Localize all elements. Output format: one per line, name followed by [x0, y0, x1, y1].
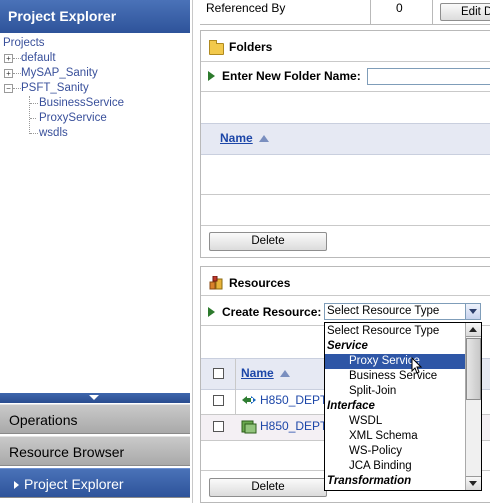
chevron-down-icon[interactable] — [465, 304, 480, 319]
tree-item-label[interactable]: PSFT_Sanity — [21, 81, 89, 96]
resources-name-column[interactable]: Name — [241, 366, 274, 380]
tree-item-mysap[interactable]: + MySAP_Sanity — [3, 66, 190, 81]
tree-child-label[interactable]: wsdls — [39, 126, 68, 141]
dropdown-option-selected[interactable]: Proxy Service — [325, 354, 481, 369]
resources-icon — [209, 275, 223, 290]
mouse-pointer-icon — [411, 357, 423, 374]
resources-title: Resources — [229, 276, 291, 290]
business-service-icon — [241, 420, 257, 434]
collapse-minus-icon[interactable]: − — [4, 84, 13, 93]
folders-title: Folders — [229, 40, 273, 54]
project-explorer-header: Project Explorer — [0, 0, 190, 33]
tree-item-psft[interactable]: − PSFT_Sanity — [3, 81, 190, 96]
tree-child-wsdls[interactable]: wsdls — [3, 126, 190, 141]
dropdown-option[interactable]: XML Schema — [325, 429, 481, 444]
resource-name-link[interactable]: H850_DEPT — [260, 419, 327, 433]
expand-triangle-icon — [208, 307, 215, 317]
caret-right-icon — [14, 481, 19, 490]
dropdown-option[interactable]: Business Service — [325, 369, 481, 384]
resource-type-select[interactable]: Select Resource Type — [324, 303, 481, 320]
scroll-down-icon[interactable] — [466, 476, 481, 490]
project-tree: Projects + default + MySAP_Sanity − PSFT… — [3, 36, 190, 141]
dropdown-option[interactable]: Split-Join — [325, 384, 481, 399]
dropdown-group-label: Interface — [327, 400, 375, 412]
collapse-arrow-icon[interactable] — [89, 395, 99, 400]
folder-icon — [209, 40, 224, 55]
referenced-by-count: 0 — [396, 1, 403, 15]
sort-ascending-icon[interactable] — [279, 370, 290, 378]
dropdown-option[interactable]: WSDL — [325, 414, 481, 429]
folders-name-column[interactable]: Name — [220, 131, 253, 145]
dropdown-option[interactable]: Select Resource Type — [325, 324, 468, 339]
folders-delete-button[interactable]: Delete — [209, 232, 327, 251]
left-navigation-pane: Project Explorer Projects + default + My… — [0, 0, 193, 503]
tree-child-label[interactable]: ProxyService — [37, 111, 109, 126]
expand-plus-icon[interactable]: + — [4, 69, 13, 78]
nav-resource-browser[interactable]: Resource Browser — [0, 436, 190, 466]
tree-child-proxyservice[interactable]: ProxyService — [3, 111, 190, 126]
expand-triangle-icon — [208, 71, 215, 81]
folders-grid-header: Name — [201, 123, 490, 155]
pane-splitter[interactable] — [0, 393, 190, 403]
expand-plus-icon[interactable]: + — [4, 54, 13, 63]
tree-root-projects[interactable]: Projects — [3, 36, 190, 51]
edit-button[interactable]: Edit D — [440, 3, 490, 21]
nav-operations[interactable]: Operations — [0, 404, 190, 434]
referenced-by-label: Referenced By — [206, 1, 286, 15]
scroll-thumb[interactable] — [466, 338, 481, 400]
dropdown-scrollbar[interactable] — [465, 323, 481, 490]
tree-child-businessservice[interactable]: BusinessService — [3, 96, 190, 111]
folders-panel: Folders Enter New Folder Name: Name Dele… — [200, 30, 490, 258]
tree-item-default[interactable]: + default — [3, 51, 190, 66]
new-folder-input[interactable] — [367, 68, 490, 85]
resources-delete-button[interactable]: Delete — [209, 478, 327, 497]
dropdown-option[interactable]: JCA Binding — [325, 459, 481, 474]
resource-name-link[interactable]: H850_DEPT — [260, 393, 327, 407]
nav-project-explorer-label: Project Explorer — [24, 476, 124, 492]
tree-child-label[interactable]: BusinessService — [39, 96, 124, 111]
tree-item-label[interactable]: default — [21, 51, 56, 66]
proxy-service-icon — [241, 394, 256, 406]
resource-type-dropdown[interactable]: Select Resource Type Service Proxy Servi… — [324, 322, 482, 491]
tree-item-label[interactable]: MySAP_Sanity — [21, 66, 98, 81]
sort-ascending-icon[interactable] — [258, 135, 269, 143]
create-resource-label: Create Resource: — [222, 305, 322, 319]
select-all-checkbox[interactable] — [213, 368, 224, 379]
dropdown-group-label: Service — [327, 340, 368, 352]
new-folder-label: Enter New Folder Name: — [222, 69, 361, 83]
nav-project-explorer[interactable]: Project Explorer — [0, 468, 190, 498]
resource-type-select-value: Select Resource Type — [327, 305, 440, 317]
tree-root-label[interactable]: Projects — [3, 36, 45, 51]
scroll-up-icon[interactable] — [466, 323, 481, 337]
referenced-by-row: Referenced By 0 Edit D — [200, 0, 490, 25]
row-checkbox[interactable] — [213, 421, 224, 432]
dropdown-group-label: Transformation — [327, 475, 412, 487]
row-checkbox[interactable] — [213, 395, 224, 406]
dropdown-option[interactable]: WS-Policy — [325, 444, 481, 459]
